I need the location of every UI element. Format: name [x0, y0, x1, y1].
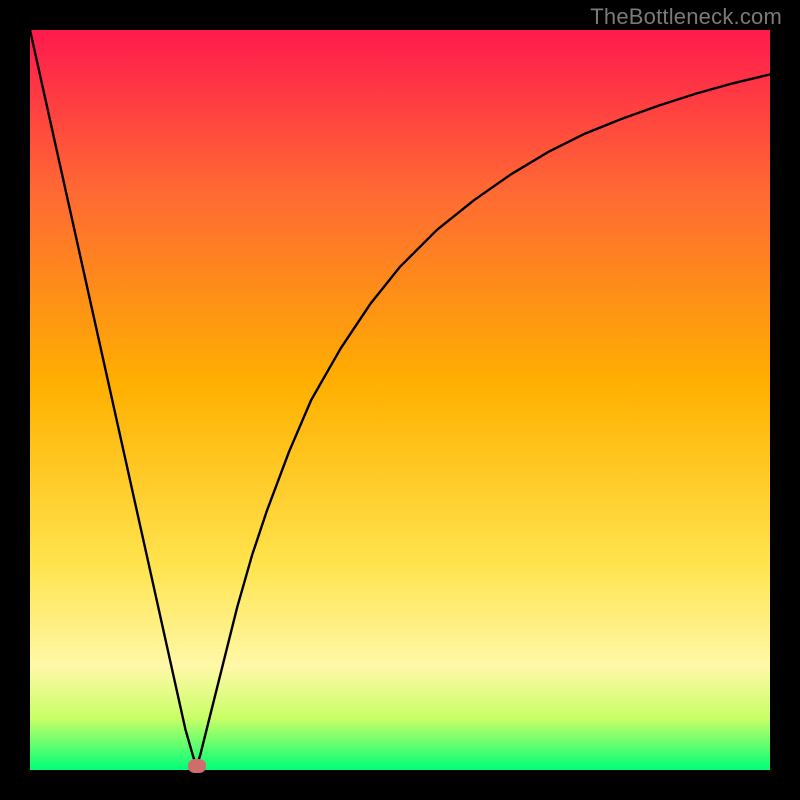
watermark-text: TheBottleneck.com — [590, 4, 782, 30]
gradient-rect — [30, 30, 770, 770]
plot-area — [30, 30, 770, 770]
optimum-marker — [188, 759, 206, 773]
plot-svg — [30, 30, 770, 770]
chart-frame: TheBottleneck.com — [0, 0, 800, 800]
